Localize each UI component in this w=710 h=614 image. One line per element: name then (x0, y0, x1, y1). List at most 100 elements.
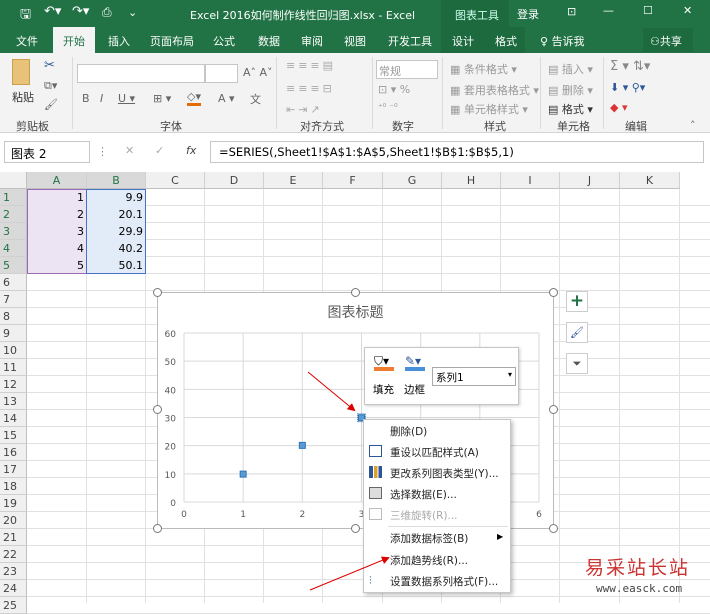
resize-handle[interactable] (549, 405, 558, 414)
resize-handle[interactable] (153, 405, 162, 414)
row-header-14[interactable]: 14 (0, 410, 27, 427)
column-header-B[interactable]: B (87, 172, 146, 189)
column-header-A[interactable]: A (27, 172, 87, 189)
resize-handle[interactable] (153, 524, 162, 533)
format-cells-button[interactable]: ▤ 格式 ▾ (548, 101, 593, 117)
share-button[interactable]: ⚇共享 (650, 33, 682, 49)
tab-file[interactable]: 文件 (16, 33, 38, 49)
grow-font-icon[interactable]: A˄ A˅ (243, 66, 273, 79)
outline-pen-icon[interactable]: ✎▾ (405, 354, 425, 371)
cell-A4[interactable]: 4 (27, 240, 87, 257)
resize-handle[interactable] (549, 288, 558, 297)
cell-B4[interactable]: 40.2 (87, 240, 146, 257)
redo-icon[interactable]: ↷▾ (72, 4, 89, 19)
row-header-2[interactable]: 2 (0, 206, 27, 223)
row-header-17[interactable]: 17 (0, 461, 27, 478)
tab-insert[interactable]: 插入 (108, 33, 130, 49)
menu-add-trendline[interactable]: 添加趋势线(R)... (390, 553, 468, 568)
formula-input[interactable]: =SERIES(,Sheet1!$A$1:$A$5,Sheet1!$B$1:$B… (210, 141, 704, 163)
menu-reset-style[interactable]: 重设以匹配样式(A) (390, 445, 479, 460)
row-header-13[interactable]: 13 (0, 393, 27, 410)
row-header-19[interactable]: 19 (0, 495, 27, 512)
fill-button[interactable]: 填充 (373, 382, 394, 397)
minimize-button[interactable]: — (603, 4, 614, 17)
tab-page-layout[interactable]: 页面布局 (150, 33, 194, 49)
print-preview-icon[interactable]: ⎙ (102, 5, 112, 20)
underline-button[interactable]: U ▾ (118, 92, 135, 105)
row-header-9[interactable]: 9 (0, 325, 27, 342)
undo-icon[interactable]: ↶▾ (44, 4, 61, 19)
row-header-7[interactable]: 7 (0, 291, 27, 308)
cell-A5[interactable]: 5 (27, 257, 87, 274)
copy-icon[interactable]: ⧉▾ (44, 79, 57, 93)
customize-toolbar-icon[interactable]: ⌄ (128, 6, 137, 19)
row-header-8[interactable]: 8 (0, 308, 27, 325)
resize-handle[interactable] (153, 288, 162, 297)
column-header-C[interactable]: C (146, 172, 205, 189)
outline-button[interactable]: 边框 (404, 382, 425, 397)
conditional-format-button[interactable]: ▦ 条件格式 ▾ (450, 61, 517, 77)
cancel-icon[interactable]: ✕ (125, 144, 134, 157)
tab-data[interactable]: 数据 (258, 33, 280, 49)
row-header-5[interactable]: 5 (0, 257, 27, 274)
find-icon[interactable]: ⬇ ▾ ⚲▾ (610, 81, 645, 94)
save-icon[interactable]: 🖫 (20, 5, 31, 27)
phonetic-icon[interactable]: 文 (250, 91, 261, 107)
column-header-E[interactable]: E (264, 172, 323, 189)
resize-handle[interactable] (351, 524, 360, 533)
border-icon[interactable]: ⊞ ▾ (153, 92, 171, 105)
tab-design[interactable]: 设计 (452, 33, 474, 49)
row-header-10[interactable]: 10 (0, 342, 27, 359)
tab-developer[interactable]: 开发工具 (388, 33, 432, 49)
row-header-20[interactable]: 20 (0, 512, 27, 529)
collapse-ribbon-icon[interactable]: ˄ (690, 119, 696, 132)
column-header-K[interactable]: K (620, 172, 680, 189)
paste-icon[interactable] (12, 59, 30, 85)
name-box-dropdown[interactable]: ⋮ (97, 145, 108, 158)
chart-elements-button[interactable]: + (566, 291, 588, 312)
italic-button[interactable]: I (100, 92, 103, 105)
fill-bucket-icon[interactable]: ⛉▾ (374, 354, 394, 371)
column-header-F[interactable]: F (323, 172, 383, 189)
enter-icon[interactable]: ✓ (155, 144, 164, 157)
menu-add-data-labels[interactable]: 添加数据标签(B) (390, 531, 468, 546)
cell-A1[interactable]: 1 (27, 189, 87, 206)
column-header-D[interactable]: D (205, 172, 264, 189)
row-header-12[interactable]: 12 (0, 376, 27, 393)
autosum-icon[interactable]: Σ ▾ ⇅▾ (610, 59, 650, 74)
maximize-button[interactable]: ☐ (643, 4, 653, 17)
column-header-J[interactable]: J (560, 172, 620, 189)
align-left-icons[interactable]: ≡≡≡⊟ (286, 82, 335, 95)
row-header-4[interactable]: 4 (0, 240, 27, 257)
row-header-18[interactable]: 18 (0, 478, 27, 495)
menu-select-data[interactable]: 选择数据(E)... (390, 487, 457, 502)
row-header-15[interactable]: 15 (0, 427, 27, 444)
row-header-11[interactable]: 11 (0, 359, 27, 376)
row-header-16[interactable]: 16 (0, 444, 27, 461)
series-select[interactable]: 系列1 ▾ (432, 367, 516, 386)
cell-B3[interactable]: 29.9 (87, 223, 146, 240)
ribbon-display-icon[interactable]: ⊡ (567, 5, 576, 18)
tab-formulas[interactable]: 公式 (213, 33, 235, 49)
font-name-select[interactable] (77, 64, 205, 83)
menu-format-data-series[interactable]: 设置数据系列格式(F)... (390, 574, 498, 589)
cell-B5[interactable]: 50.1 (87, 257, 146, 274)
number-format-select[interactable]: 常规 (376, 60, 438, 79)
row-header-24[interactable]: 24 (0, 580, 27, 597)
resize-handle[interactable] (351, 288, 360, 297)
login-button[interactable]: 登录 (517, 6, 539, 22)
format-painter-icon[interactable]: 🖌 (44, 98, 58, 111)
chart-filters-button[interactable]: ⏷ (566, 353, 588, 374)
percent-icon[interactable]: ⊡ ▾ % (378, 83, 410, 96)
tab-format[interactable]: 格式 (495, 33, 517, 49)
column-header-G[interactable]: G (383, 172, 442, 189)
insert-cells-button[interactable]: ▤ 插入 ▾ (548, 61, 593, 77)
row-header-3[interactable]: 3 (0, 223, 27, 240)
font-size-select[interactable] (205, 64, 238, 83)
menu-change-chart-type[interactable]: 更改系列图表类型(Y)... (390, 466, 499, 481)
cell-style-button[interactable]: ▦ 单元格样式 ▾ (450, 101, 528, 117)
bold-button[interactable]: B (82, 92, 90, 105)
row-header-21[interactable]: 21 (0, 529, 27, 546)
insert-function-button[interactable]: fx (186, 144, 196, 157)
menu-delete[interactable]: 删除(D) (390, 424, 427, 439)
